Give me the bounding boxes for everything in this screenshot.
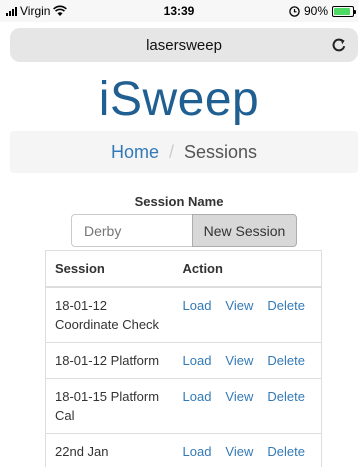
table-row: 22nd Jan Load View Delete [45,433,322,467]
session-name-input[interactable] [71,214,193,247]
action-cell: Load View Delete [173,286,322,343]
load-link[interactable]: Load [183,296,212,315]
delete-link[interactable]: Delete [267,296,305,315]
view-link[interactable]: View [225,387,253,406]
new-session-button[interactable]: New Session [192,214,297,247]
view-link[interactable]: View [225,351,253,370]
load-link[interactable]: Load [183,442,212,461]
view-link[interactable]: View [225,442,253,461]
app-logo: iSweep [98,73,260,126]
view-link[interactable]: View [225,296,253,315]
session-name-cell: 18-01-12 Coordinate Check [45,286,174,343]
load-link[interactable]: Load [183,387,212,406]
battery-fill [334,7,351,15]
battery-tip [354,9,356,14]
reload-icon[interactable] [330,36,348,54]
table-row: 18-01-15 Platform Cal Load View Delete [45,378,322,434]
table-header-row: Session Action [45,250,322,288]
status-right: 90% [289,4,356,18]
sessions-table: Session Action 18-01-12 Coordinate Check… [45,250,322,467]
load-link[interactable]: Load [183,351,212,370]
table-row: 18-01-12 Coordinate Check Load View Dele… [45,286,322,343]
action-cell: Load View Delete [173,342,322,379]
delete-link[interactable]: Delete [267,442,305,461]
status-bar: Virgin 13:39 90% [0,0,358,22]
header-action: Action [173,250,322,288]
header-session: Session [45,250,174,288]
session-name-cell: 18-01-12 Platform [45,342,174,379]
action-cell: Load View Delete [173,378,322,434]
delete-link[interactable]: Delete [267,351,305,370]
url-text[interactable]: lasersweep [10,37,358,54]
alarm-icon [289,5,300,17]
battery-icon [332,5,356,17]
delete-link[interactable]: Delete [267,387,305,406]
table-row: 18-01-12 Platform Load View Delete [45,342,322,379]
breadcrumb: Home / Sessions [10,131,358,173]
url-bar[interactable]: lasersweep [10,28,358,62]
breadcrumb-current: Sessions [183,141,258,162]
breadcrumb-home-link[interactable]: Home [111,142,159,163]
session-name-cell: 22nd Jan [45,433,174,467]
session-name-cell: 18-01-15 Platform Cal [45,378,174,434]
session-name-label: Session Name [134,194,224,209]
breadcrumb-separator: / [168,141,174,162]
action-cell: Load View Delete [173,433,322,467]
battery-percentage: 90% [303,4,328,18]
